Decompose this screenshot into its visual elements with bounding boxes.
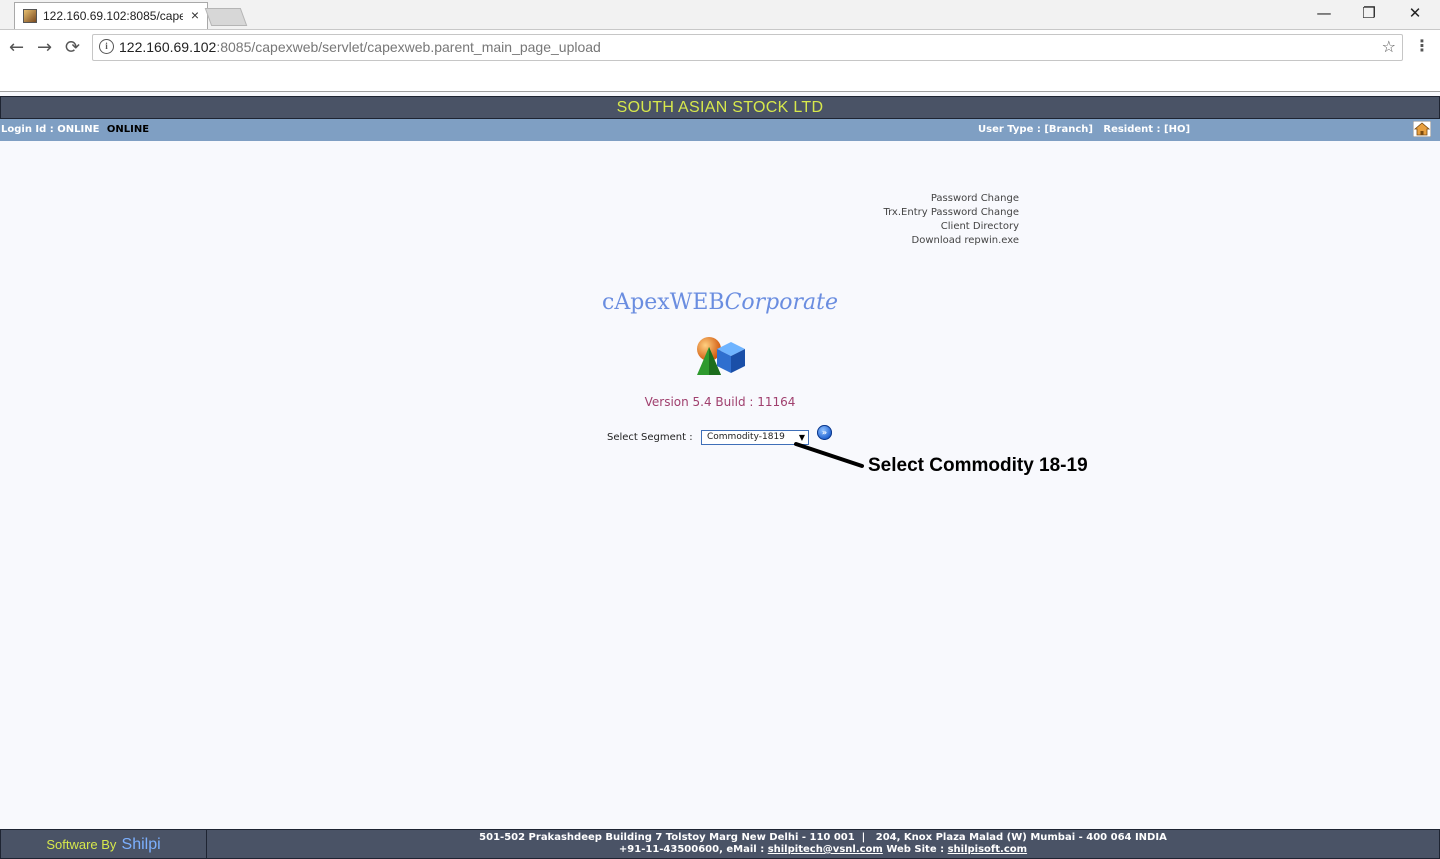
footer: Software By Shilpi 501-502 Prakashdeep B… <box>0 829 1440 859</box>
address-line: 501-502 Prakashdeep Building 7 Tolstoy M… <box>479 832 1167 843</box>
website-link[interactable]: shilpisoft.com <box>948 844 1027 855</box>
annotation-text: Select Commodity 18-19 <box>868 455 1088 476</box>
software-brand: Shilpi <box>121 836 161 853</box>
annotation-arrow <box>794 442 864 468</box>
software-by: Software By Shilpi <box>1 830 207 858</box>
website-label: Web Site : <box>886 844 945 855</box>
phone-text: +91-11-43500600, eMail : <box>618 844 765 855</box>
contact-line: +91-11-43500600, eMail : shilpitech@vsnl… <box>207 844 1439 856</box>
email-link[interactable]: shilpitech@vsnl.com <box>768 844 883 855</box>
footer-address: 501-502 Prakashdeep Building 7 Tolstoy M… <box>207 832 1439 856</box>
software-by-label: Software By <box>46 837 117 852</box>
